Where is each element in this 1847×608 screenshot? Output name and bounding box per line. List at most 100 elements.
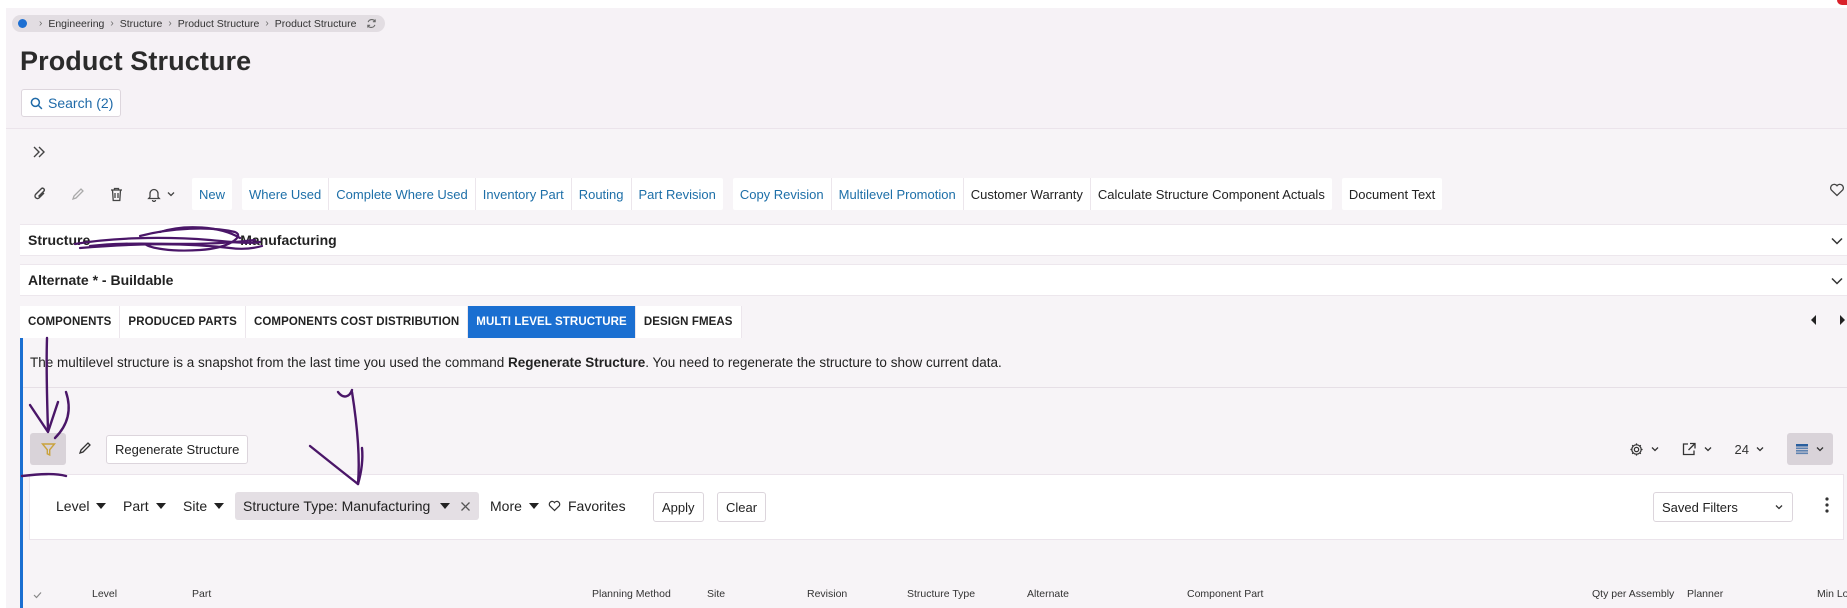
where-used-button[interactable]: Where Used [242, 178, 330, 210]
customer-warranty-button[interactable]: Customer Warranty [964, 178, 1091, 210]
inventory-part-button[interactable]: Inventory Part [476, 178, 572, 210]
breadcrumb-item[interactable]: Structure [120, 18, 163, 30]
page-size-value: 24 [1734, 441, 1749, 457]
bell-icon[interactable] [144, 184, 178, 204]
structure-header-bar[interactable]: Structure Manufacturing [20, 224, 1847, 256]
column-header-planning-method[interactable]: Planning Method [592, 588, 671, 600]
caret-right-icon[interactable] [1837, 314, 1847, 326]
favorites-label: Favorites [568, 498, 626, 514]
chevron-down-icon [1816, 447, 1824, 452]
chevron-down-icon[interactable] [1829, 273, 1845, 289]
page-title: Product Structure [20, 46, 252, 76]
tab-multi-level-structure[interactable]: MULTI LEVEL STRUCTURE [468, 306, 636, 338]
view-mode-menu[interactable] [1787, 433, 1833, 465]
breadcrumb-item[interactable]: Engineering [48, 18, 104, 30]
caret-down-icon [214, 503, 225, 509]
search-button-label: Search (2) [48, 95, 114, 111]
tab-components[interactable]: COMPONENTS [20, 306, 121, 338]
paperclip-icon[interactable] [30, 184, 50, 204]
search-icon [30, 97, 43, 109]
breadcrumb-item[interactable]: Product Structure [178, 18, 260, 30]
double-chevron-right-icon[interactable] [31, 144, 47, 160]
structure-header-label: Structure [28, 232, 91, 248]
heart-icon[interactable] [1829, 183, 1845, 197]
pencil-icon[interactable] [68, 184, 88, 204]
toolbar-group-navigation: Where Used Complete Where Used Inventory… [242, 178, 723, 210]
breadcrumb: › Engineering › Structure › Product Stru… [12, 15, 386, 32]
new-button[interactable]: New [192, 178, 232, 210]
filter-site-label: Site [183, 498, 208, 514]
caret-left-icon[interactable] [1809, 314, 1819, 326]
document-text-button[interactable]: Document Text [1342, 178, 1442, 210]
detail-tabs: COMPONENTS PRODUCED PARTS COMPONENTS COS… [20, 306, 742, 338]
copy-revision-button[interactable]: Copy Revision [733, 178, 832, 210]
part-revision-button[interactable]: Part Revision [632, 178, 723, 210]
gear-icon [1629, 442, 1643, 456]
chevron-down-icon [1651, 447, 1658, 452]
filter-level[interactable]: Level [56, 498, 107, 514]
column-header-min-lot[interactable]: Min Lo [1817, 588, 1847, 600]
routing-button[interactable]: Routing [572, 178, 632, 210]
breadcrumb-item: Product Structure [274, 17, 357, 30]
refresh-icon[interactable] [366, 18, 377, 29]
export-menu[interactable] [1682, 442, 1713, 456]
close-icon[interactable] [460, 501, 471, 512]
alternate-header-bar[interactable]: Alternate * - Buildable [20, 264, 1847, 296]
filter-part[interactable]: Part [123, 498, 166, 514]
apply-button[interactable]: Apply [653, 492, 704, 522]
tab-navigation [1809, 314, 1847, 326]
favorites-button[interactable]: Favorites [548, 498, 626, 514]
tab-produced-parts[interactable]: PRODUCED PARTS [120, 306, 246, 338]
column-header-site[interactable]: Site [707, 588, 725, 600]
filter-site[interactable]: Site [183, 498, 225, 514]
tab-design-fmeas[interactable]: DESIGN FMEAS [635, 306, 742, 338]
column-header-structure-type[interactable]: Structure Type [907, 588, 975, 600]
table-view-icon [1796, 444, 1808, 455]
chevron-right-icon: › [168, 18, 172, 29]
table-header: Level Part Planning Method Site Revision… [23, 582, 1847, 608]
clear-button[interactable]: Clear [717, 492, 767, 522]
multilevel-promotion-button[interactable]: Multilevel Promotion [832, 178, 964, 210]
filter-part-label: Part [123, 498, 149, 514]
filter-more-label: More [490, 498, 522, 514]
regenerate-structure-button[interactable]: Regenerate Structure [106, 435, 249, 464]
calculate-structure-component-actuals-button[interactable]: Calculate Structure Component Actuals [1091, 178, 1332, 210]
column-header-part[interactable]: Part [192, 588, 211, 600]
filter-chip-structure-type[interactable]: Structure Type: Manufacturing [235, 492, 480, 520]
column-header-planner[interactable]: Planner [1687, 588, 1723, 600]
chevron-down-icon [167, 192, 174, 197]
select-all-checkbox[interactable] [33, 591, 42, 599]
info-message-prefix: The multilevel structure is a snapshot f… [30, 355, 508, 370]
chevron-right-icon: › [110, 18, 114, 29]
saved-filters-label: Saved Filters [1662, 499, 1738, 515]
chevron-down-icon[interactable] [1829, 233, 1845, 249]
home-icon[interactable] [18, 19, 27, 28]
command-toolbar: New Where Used Complete Where Used Inven… [30, 178, 1452, 210]
column-header-revision[interactable]: Revision [807, 588, 847, 600]
pencil-icon[interactable] [78, 441, 92, 455]
filter-more[interactable]: More [490, 498, 539, 514]
settings-menu[interactable] [1629, 442, 1660, 457]
tab-components-cost-distribution[interactable]: COMPONENTS COST DISTRIBUTION [245, 306, 469, 338]
more-options-icon[interactable] [1825, 497, 1829, 513]
filter-bar: Level Part Site Structure Type: Manufact… [29, 474, 1844, 540]
chevron-right-icon: › [265, 18, 269, 29]
caret-down-icon[interactable] [440, 503, 451, 509]
heart-icon [548, 500, 561, 512]
saved-filters-select[interactable]: Saved Filters [1653, 492, 1793, 522]
column-header-qty-per-assembly[interactable]: Qty per Assembly [1592, 588, 1674, 600]
divider [23, 387, 1847, 388]
export-icon [1682, 442, 1696, 456]
complete-where-used-button[interactable]: Complete Where Used [329, 178, 476, 210]
trash-icon[interactable] [106, 184, 126, 204]
search-button[interactable]: Search (2) [21, 89, 121, 117]
page-size-select[interactable]: 24 [1735, 442, 1765, 457]
column-header-component-part[interactable]: Component Part [1187, 588, 1263, 600]
toolbar-group-document: Document Text [1341, 178, 1443, 210]
column-header-level[interactable]: Level [92, 588, 117, 600]
filter-chip-label: Structure Type: Manufacturing [243, 498, 431, 514]
toolbar-group-actions: Copy Revision Multilevel Promotion Custo… [732, 178, 1332, 210]
toolbar-group-new: New [192, 178, 233, 210]
filter-toggle-button[interactable] [30, 433, 66, 465]
column-header-alternate[interactable]: Alternate [1027, 588, 1069, 600]
